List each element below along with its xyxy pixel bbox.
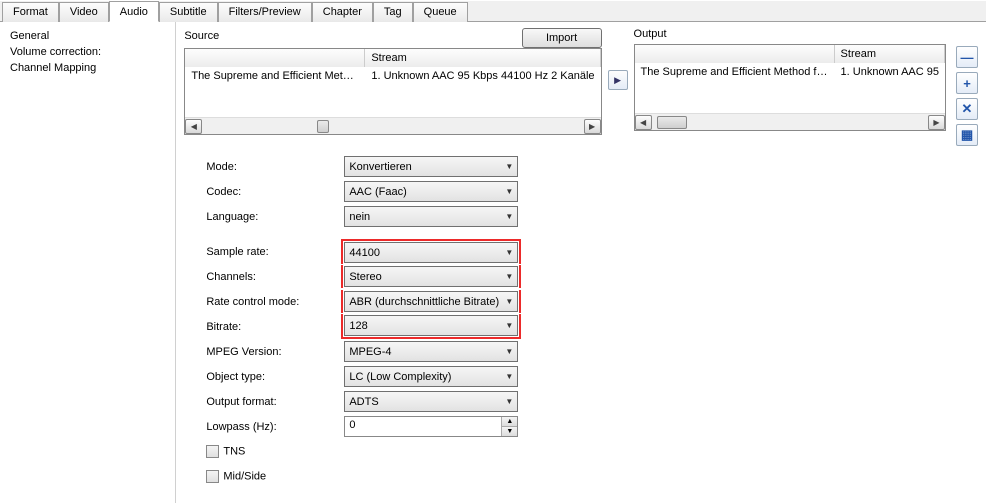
subtab-volume-correction[interactable]: Volume correction: <box>10 44 165 60</box>
tns-checkbox[interactable] <box>206 445 219 458</box>
scroll-right-icon[interactable]: ▶ <box>584 119 601 134</box>
channels-select[interactable]: Stereo▼ <box>344 266 518 287</box>
source-list[interactable]: Stream The Supreme and Efficient Metho..… <box>184 48 601 135</box>
tab-audio[interactable]: Audio <box>109 1 159 22</box>
chevron-down-icon: ▼ <box>505 187 513 196</box>
channels-label: Channels: <box>204 271 344 283</box>
tab-chapter[interactable]: Chapter <box>312 2 373 22</box>
tab-video[interactable]: Video <box>59 2 109 22</box>
codec-label: Codec: <box>204 186 344 198</box>
output-list[interactable]: Stream The Supreme and Efficient Method … <box>634 44 946 131</box>
clear-button[interactable]: ✕ <box>956 98 978 120</box>
samplerate-select[interactable]: 44100▼ <box>344 242 518 263</box>
mode-label: Mode: <box>204 161 344 173</box>
chevron-down-icon: ▼ <box>505 272 513 281</box>
output-scrollbar[interactable]: ◀ ▶ <box>635 113 945 130</box>
scroll-left-icon[interactable]: ◀ <box>185 119 202 134</box>
scroll-thumb[interactable] <box>317 120 329 133</box>
bitrate-label: Bitrate: <box>204 321 344 333</box>
tns-label: TNS <box>223 445 245 457</box>
tab-bar: Format Video Audio Subtitle Filters/Prev… <box>0 1 986 22</box>
source-col-name[interactable] <box>185 49 365 67</box>
midside-checkbox[interactable] <box>206 470 219 483</box>
codec-select[interactable]: AAC (Faac)▼ <box>344 181 518 202</box>
language-select[interactable]: nein▼ <box>344 206 518 227</box>
output-row-stream: 1. Unknown AAC 95 <box>835 63 945 81</box>
add-button[interactable]: + <box>956 72 978 94</box>
mpeg-label: MPEG Version: <box>204 346 344 358</box>
lowpass-label: Lowpass (Hz): <box>204 421 344 433</box>
scroll-left-icon[interactable]: ◀ <box>635 115 652 130</box>
ratectrl-select[interactable]: ABR (durchschnittliche Bitrate)▼ <box>344 291 518 312</box>
move-right-button[interactable]: ▶ <box>608 70 628 90</box>
bitrate-select[interactable]: 128▼ <box>344 315 518 336</box>
output-col-name[interactable] <box>635 45 835 63</box>
chevron-down-icon: ▼ <box>505 372 513 381</box>
output-col-stream[interactable]: Stream <box>835 45 945 63</box>
tab-tag[interactable]: Tag <box>373 2 413 22</box>
outfmt-label: Output format: <box>204 396 344 408</box>
source-row-name: The Supreme and Efficient Metho... <box>185 67 365 85</box>
output-title: Output <box>634 28 667 40</box>
chevron-down-icon: ▼ <box>505 321 513 330</box>
source-row[interactable]: The Supreme and Efficient Metho... 1. Un… <box>185 67 600 85</box>
source-col-stream[interactable]: Stream <box>365 49 600 67</box>
subtab-sidebar: General Volume correction: Channel Mappi… <box>0 22 176 503</box>
scroll-thumb[interactable] <box>657 116 687 129</box>
chevron-down-icon: ▼ <box>505 347 513 356</box>
tab-queue[interactable]: Queue <box>413 2 468 22</box>
remove-button[interactable]: — <box>956 46 978 68</box>
language-label: Language: <box>204 211 344 223</box>
chevron-down-icon: ▼ <box>505 397 513 406</box>
objtype-label: Object type: <box>204 371 344 383</box>
samplerate-label: Sample rate: <box>204 246 344 258</box>
tab-subtitle[interactable]: Subtitle <box>159 2 218 22</box>
output-row-name: The Supreme and Efficient Method fo... <box>635 63 835 81</box>
ratectrl-label: Rate control mode: <box>204 296 344 308</box>
grid-button[interactable]: ▦ <box>956 124 978 146</box>
source-title: Source <box>184 30 219 42</box>
subtab-channel-mapping[interactable]: Channel Mapping <box>10 60 165 76</box>
source-scrollbar[interactable]: ◀ ▶ <box>185 117 600 134</box>
tab-format[interactable]: Format <box>2 2 59 22</box>
spinner-up-icon[interactable]: ▲ <box>502 417 517 427</box>
objtype-select[interactable]: LC (Low Complexity)▼ <box>344 366 518 387</box>
source-row-stream: 1. Unknown AAC 95 Kbps 44100 Hz 2 Kanäle <box>365 67 600 85</box>
output-row[interactable]: The Supreme and Efficient Method fo... 1… <box>635 63 945 81</box>
chevron-down-icon: ▼ <box>505 162 513 171</box>
chevron-down-icon: ▼ <box>505 248 513 257</box>
chevron-down-icon: ▼ <box>505 297 513 306</box>
midside-label: Mid/Side <box>223 470 266 482</box>
mpeg-select[interactable]: MPEG-4▼ <box>344 341 518 362</box>
tab-filters[interactable]: Filters/Preview <box>218 2 312 22</box>
import-button[interactable]: Import <box>522 28 602 48</box>
chevron-down-icon: ▼ <box>505 212 513 221</box>
lowpass-spinner[interactable]: 0 ▲▼ <box>344 416 518 437</box>
mode-select[interactable]: Konvertieren▼ <box>344 156 518 177</box>
subtab-general[interactable]: General <box>10 28 165 44</box>
scroll-right-icon[interactable]: ▶ <box>928 115 945 130</box>
spinner-down-icon[interactable]: ▼ <box>502 427 517 436</box>
outfmt-select[interactable]: ADTS▼ <box>344 391 518 412</box>
